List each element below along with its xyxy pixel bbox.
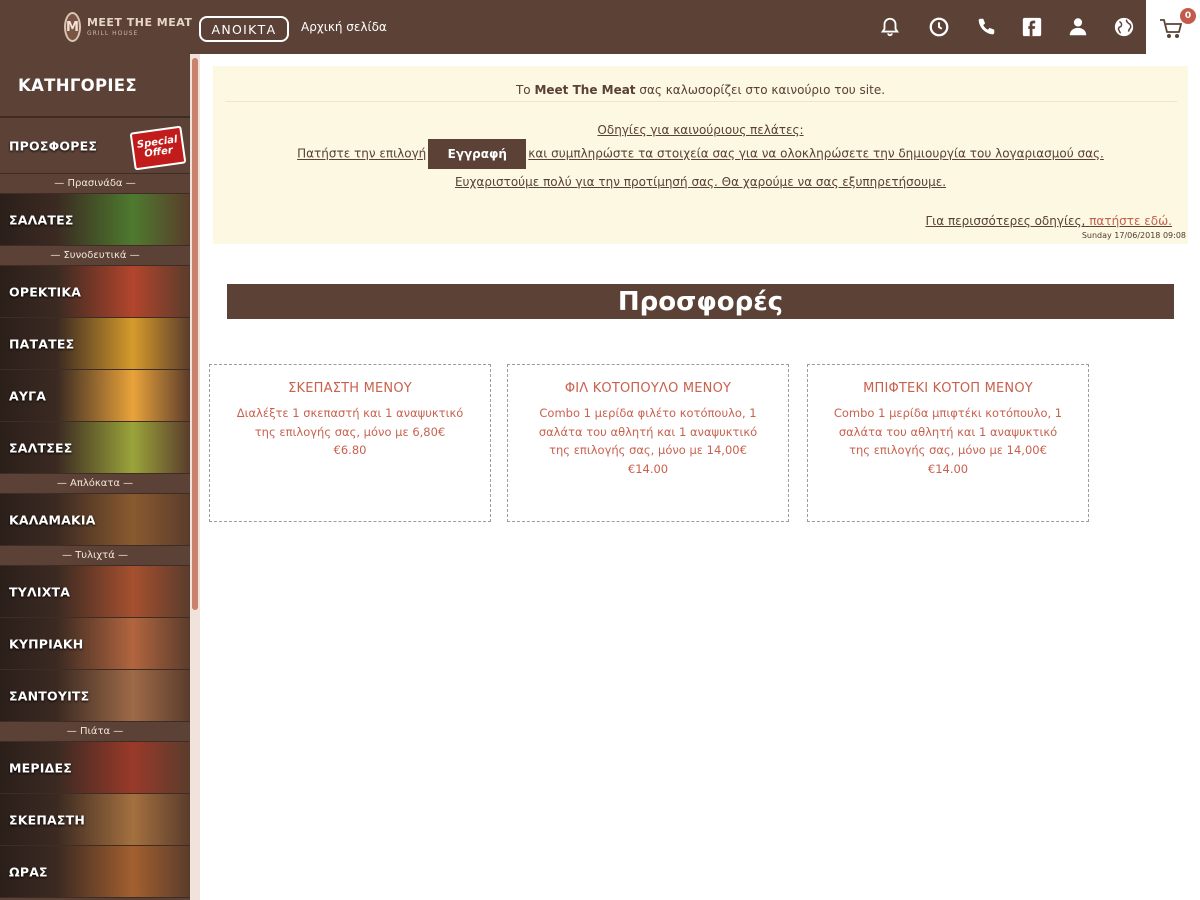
sidebar-item-label: ΜΕΡΙΔΕΣ (9, 760, 72, 775)
sidebar-section-heading: — Πιάτα — (0, 722, 190, 742)
guide-title-link[interactable]: Οδηγίες για καινούριους πελάτες: (213, 123, 1188, 137)
sidebar-category-list: — Πρασινάδα — ΣΑΛΑΤΕΣ — Συνοδευτικά — ΟΡΕΚΤ… (0, 174, 190, 898)
sidebar-item-category[interactable]: ΚΑΛΑΜΑΚΙΑ (0, 494, 190, 546)
badge-line2: Offer (143, 145, 174, 160)
sidebar-section-heading: — Συνοδευτικά — (0, 246, 190, 266)
sidebar-item-category[interactable]: ΣΚΕΠΑΣΤΗ (0, 794, 190, 846)
register-instructions: Πατήστε την επιλογή Εγγραφή και συμπληρώστ… (213, 139, 1188, 169)
sidebar-item-label: ΣΑΛΑΤΕΣ (9, 212, 74, 227)
current-date: Sunday 17/06/2018 09:08 (1081, 231, 1186, 240)
sidebar-item-category[interactable]: ΚΥΠΡΙΑΚΗ (0, 618, 190, 670)
offer-price: €14.00 (927, 461, 969, 476)
sidebar-item-label: ΚΑΛΑΜΑΚΙΑ (9, 512, 96, 527)
open-status-button[interactable]: ΑΝΟΙΚΤΑ (199, 16, 289, 42)
offer-title[interactable]: ΣΚΕΠΑΣΤΗ ΜΕΝΟΥ (210, 381, 490, 396)
sidebar-item-label: ΟΡΕΚΤΙΚΑ (9, 284, 82, 299)
welcome-notice: Το Meet The Meat σας καλωσορίζει στο και… (213, 66, 1188, 244)
logo-wordmark: MEET THE MEAT GRILL HOUSE (87, 17, 192, 37)
top-navigation-bar: M MEET THE MEAT GRILL HOUSE ΑΝΟΙΚΤΑ Αρχι… (0, 0, 1200, 54)
more-instructions: Για περισσότερες οδηγίες, πατήστε εδώ. (925, 214, 1172, 228)
sidebar-item-category[interactable]: ΣΑΝΤΟΥΙΤΣ (0, 670, 190, 722)
categories-sidebar: ΚΑΤΗΓΟΡΙΕΣ ΠΡΟΣΦΟΡΕΣ Special Offer — Πρα… (0, 54, 190, 900)
globe-icon[interactable] (1111, 14, 1137, 40)
sidebar-item-category[interactable]: ΟΡΕΚΤΙΚΑ (0, 266, 190, 318)
offer-card[interactable]: ΣΚΕΠΑΣΤΗ ΜΕΝΟΥ Διαλέξτε 1 σκεπαστή και 1… (209, 364, 491, 522)
offers-title-bar: Προσφορές (227, 284, 1174, 319)
offer-card[interactable]: ΦΙΛ ΚΟΤΟΠΟΥΛΟ ΜΕΝΟΥ Combo 1 μερίδα φιλέτ… (507, 364, 789, 522)
more-instructions-link[interactable]: πατήστε εδώ. (1089, 214, 1172, 228)
notice-divider (225, 101, 1177, 102)
special-offer-badge-icon: Special Offer (129, 125, 187, 171)
sidebar-item-label: ΣΚΕΠΑΣΤΗ (9, 812, 86, 827)
site-logo[interactable]: M MEET THE MEAT GRILL HOUSE (64, 10, 192, 44)
offer-price: €6.80 (333, 443, 367, 457)
offer-title[interactable]: ΦΙΛ ΚΟΤΟΠΟΥΛΟ ΜΕΝΟΥ (508, 381, 788, 396)
register-button[interactable]: Εγγραφή (428, 139, 527, 169)
welcome-pre: Το (515, 83, 535, 97)
welcome-post: σας καλωσορίζει στο καινούριο του site. (635, 83, 886, 97)
sidebar-item-category[interactable]: ΣΑΛΑΤΕΣ (0, 194, 190, 246)
thanks-message[interactable]: Ευχαριστούμε πολύ για την προτίμησή σας.… (213, 175, 1188, 189)
sidebar-item-label: ΑΥΓΑ (9, 388, 47, 403)
sidebar-item-category[interactable]: ΜΕΡΙΔΕΣ (0, 742, 190, 794)
facebook-icon[interactable] (1019, 14, 1045, 40)
user-icon[interactable] (1065, 14, 1091, 40)
logo-line2: GRILL HOUSE (86, 30, 139, 37)
sidebar-item-category[interactable]: ΤΥΛΙΧΤΑ (0, 566, 190, 618)
sidebar-item-category[interactable]: ΣΑΛΤΣΕΣ (0, 422, 190, 474)
cart-count-badge: 0 (1180, 8, 1196, 24)
register-step-post[interactable]: και συμπληρώστε τα στοιχεία σας για να ο… (528, 147, 1104, 161)
sidebar-section-heading: — Τυλιχτά — (0, 546, 190, 566)
offer-price: €14.00 (627, 461, 669, 476)
home-link[interactable]: Αρχική σελίδα (301, 20, 387, 34)
sidebar-item-category[interactable]: ΑΥΓΑ (0, 370, 190, 422)
logo-emblem-icon: M (64, 12, 81, 42)
offer-description: Διαλέξτε 1 σκεπαστή και 1 αναψυκτικό της… (236, 406, 464, 439)
sidebar-item-offers[interactable]: ΠΡΟΣΦΟΡΕΣ Special Offer (0, 116, 190, 174)
phone-icon[interactable] (973, 14, 999, 40)
logo-line1: MEET THE MEAT (86, 16, 193, 29)
offer-description: Combo 1 μερίδα μπιφτέκι κοτόπουλο, 1 σαλ… (833, 406, 1063, 457)
sidebar-item-label: ΣΑΛΤΣΕΣ (9, 440, 73, 455)
clock-icon[interactable] (926, 14, 952, 40)
sidebar-item-label: ΠΑΤΑΤΕΣ (9, 336, 75, 351)
sidebar-item-label: ΣΑΝΤΟΥΙΤΣ (9, 688, 90, 703)
welcome-message: Το Meet The Meat σας καλωσορίζει στο και… (213, 83, 1188, 97)
sidebar-item-label: ΚΥΠΡΙΑΚΗ (9, 636, 84, 651)
bell-icon[interactable] (877, 14, 903, 40)
sidebar-section-heading: — Απλόκατα — (0, 474, 190, 494)
sidebar-item-label: ΤΥΛΙΧΤΑ (9, 584, 71, 599)
offer-card[interactable]: ΜΠΙΦΤΕΚΙ ΚΟΤΟΠ ΜΕΝΟΥ Combo 1 μερίδα μπιφ… (807, 364, 1089, 522)
more-instructions-text[interactable]: Για περισσότερες οδηγίες, (925, 214, 1085, 228)
welcome-brand: Meet The Meat (534, 83, 636, 97)
register-step-pre[interactable]: Πατήστε την επιλογή (297, 147, 426, 161)
offer-title[interactable]: ΜΠΙΦΤΕΚΙ ΚΟΤΟΠ ΜΕΝΟΥ (808, 381, 1088, 396)
sidebar-item-label: ΠΡΟΣΦΟΡΕΣ (9, 138, 98, 153)
sidebar-scrollbar-thumb[interactable] (192, 58, 198, 610)
sidebar-title: ΚΑΤΗΓΟΡΙΕΣ (18, 75, 137, 95)
sidebar-item-category[interactable]: ΩΡΑΣ (0, 846, 190, 898)
sidebar-section-heading: — Πρασινάδα — (0, 174, 190, 194)
sidebar-item-label: ΩΡΑΣ (9, 864, 48, 879)
sidebar-item-category[interactable]: ΠΑΤΑΤΕΣ (0, 318, 190, 370)
offer-description: Combo 1 μερίδα φιλέτο κοτόπουλο, 1 σαλάτ… (538, 406, 758, 457)
